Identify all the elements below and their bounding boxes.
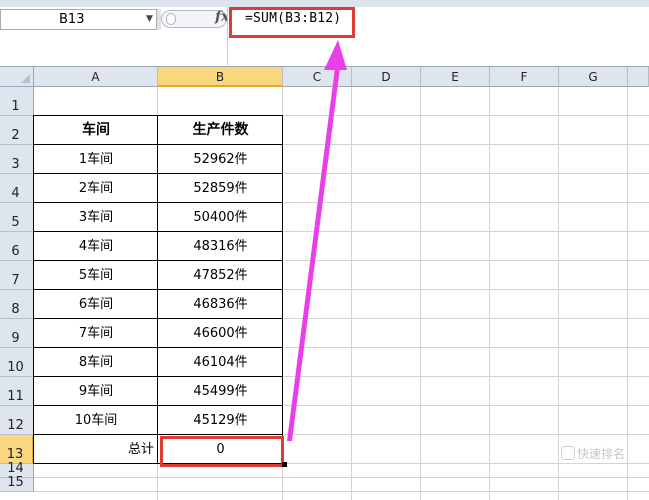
quantity-cell[interactable]: 47852件 (158, 261, 283, 290)
table-border-horizontal (33, 260, 283, 261)
table-border-horizontal (33, 115, 283, 116)
row-header-13[interactable]: 13 (0, 435, 34, 464)
table-border-horizontal (33, 202, 283, 203)
total-label-cell[interactable]: 总计 (34, 435, 158, 464)
quantity-cell[interactable]: 48316件 (158, 232, 283, 261)
row-number: 14 (7, 461, 24, 476)
spreadsheet-grid[interactable]: ABCDEFG 1 2 3 4 5 6 7 8 9 10 11 12 13 14 15 车间 生产件数 1车间 5… (0, 67, 649, 500)
row-header-4[interactable]: 4 (0, 174, 34, 203)
row-number: 9 (11, 331, 20, 346)
quantity-cell[interactable]: 45129件 (158, 406, 283, 435)
column-header-d[interactable]: D (352, 67, 421, 87)
table-border-horizontal (33, 376, 283, 377)
total-cell-highlight-box (160, 436, 284, 467)
quantity-cell[interactable]: 52859件 (158, 174, 283, 203)
column-header-f[interactable]: F (490, 67, 559, 87)
row-number: 8 (11, 302, 20, 317)
workshop-cell[interactable]: 1车间 (34, 145, 158, 174)
watermark: 快速排名 (561, 445, 625, 462)
watermark-text: 快速排名 (577, 447, 626, 461)
row-number: 4 (11, 186, 20, 201)
name-box[interactable]: B13 ▼ (0, 9, 157, 30)
quantity-cell[interactable]: 46600件 (158, 319, 283, 348)
row-number: 12 (7, 418, 24, 433)
table-border-horizontal (33, 318, 283, 319)
table-border-horizontal (33, 231, 283, 232)
workshop-cell[interactable]: 6车间 (34, 290, 158, 319)
fill-handle[interactable] (282, 462, 287, 467)
table-border-horizontal (33, 289, 283, 290)
row-number: 7 (11, 273, 20, 288)
table-border-horizontal (33, 173, 283, 174)
workshop-cell[interactable]: 3车间 (34, 203, 158, 232)
column-header-g[interactable]: G (559, 67, 628, 87)
table-border-horizontal (33, 434, 283, 435)
row-number: 5 (11, 215, 20, 230)
row-header-12[interactable]: 12 (0, 406, 34, 435)
row-header-11[interactable]: 11 (0, 377, 34, 406)
workshop-cell[interactable]: 2车间 (34, 174, 158, 203)
row-number: 13 (6, 447, 24, 462)
row-number: 2 (11, 128, 20, 143)
workshop-cell[interactable]: 10车间 (34, 406, 158, 435)
quantity-cell[interactable]: 45499件 (158, 377, 283, 406)
quantity-cell[interactable]: 52962件 (158, 145, 283, 174)
ribbon-edge (0, 0, 649, 7)
row-header-15[interactable]: 15 (0, 475, 34, 492)
quantity-cell[interactable]: 46836件 (158, 290, 283, 319)
row-header-9[interactable]: 9 (0, 319, 34, 348)
gridline-horizontal (34, 491, 649, 492)
row-number: 15 (7, 475, 24, 490)
column-header-extra[interactable] (628, 67, 649, 87)
row-number: 1 (11, 99, 20, 114)
row-header-8[interactable]: 8 (0, 290, 34, 319)
name-box-value: B13 (59, 12, 85, 27)
column-header-c[interactable]: C (283, 67, 352, 87)
table-header-quantity[interactable]: 生产件数 (158, 116, 283, 145)
row-number: 6 (11, 244, 20, 259)
watermark-logo-icon (561, 446, 575, 460)
row-number: 3 (11, 157, 20, 172)
gridline-vertical (489, 87, 490, 500)
resize-knob-icon (166, 13, 176, 25)
workshop-cell[interactable]: 7车间 (34, 319, 158, 348)
table-header-workshop[interactable]: 车间 (34, 116, 158, 145)
gridline-vertical (420, 87, 421, 500)
row-number: 11 (7, 389, 24, 404)
table-border-horizontal (33, 144, 283, 145)
select-all-triangle-icon (21, 74, 30, 83)
column-header-a[interactable]: A (34, 67, 158, 87)
gridline-vertical (351, 87, 352, 500)
row-header-5[interactable]: 5 (0, 203, 34, 232)
select-all-corner[interactable] (0, 67, 34, 87)
row-header-6[interactable]: 6 (0, 232, 34, 261)
quantity-cell[interactable]: 46104件 (158, 348, 283, 377)
gridline-horizontal (34, 477, 649, 478)
table-border-horizontal (33, 405, 283, 406)
workshop-cell[interactable]: 5车间 (34, 261, 158, 290)
workshop-cell[interactable]: 8车间 (34, 348, 158, 377)
column-header-b[interactable]: B (158, 67, 283, 87)
column-header-e[interactable]: E (421, 67, 490, 87)
workshop-cell[interactable]: 4车间 (34, 232, 158, 261)
formula-highlight-box (229, 7, 355, 38)
row-header-7[interactable]: 7 (0, 261, 34, 290)
quantity-cell[interactable]: 50400件 (158, 203, 283, 232)
row-header-10[interactable]: 10 (0, 348, 34, 377)
table-border-horizontal (33, 347, 283, 348)
row-header-1[interactable]: 1 (0, 87, 34, 116)
row-number: 10 (7, 360, 24, 375)
chevron-down-icon[interactable]: ▼ (146, 14, 153, 24)
formula-bar: B13 ▼ fx =SUM(B3:B12) (0, 0, 649, 67)
gridline-vertical (627, 87, 628, 500)
workshop-cell[interactable]: 9车间 (34, 377, 158, 406)
row-header-2[interactable]: 2 (0, 116, 34, 145)
row-header-3[interactable]: 3 (0, 145, 34, 174)
gridline-vertical (558, 87, 559, 500)
